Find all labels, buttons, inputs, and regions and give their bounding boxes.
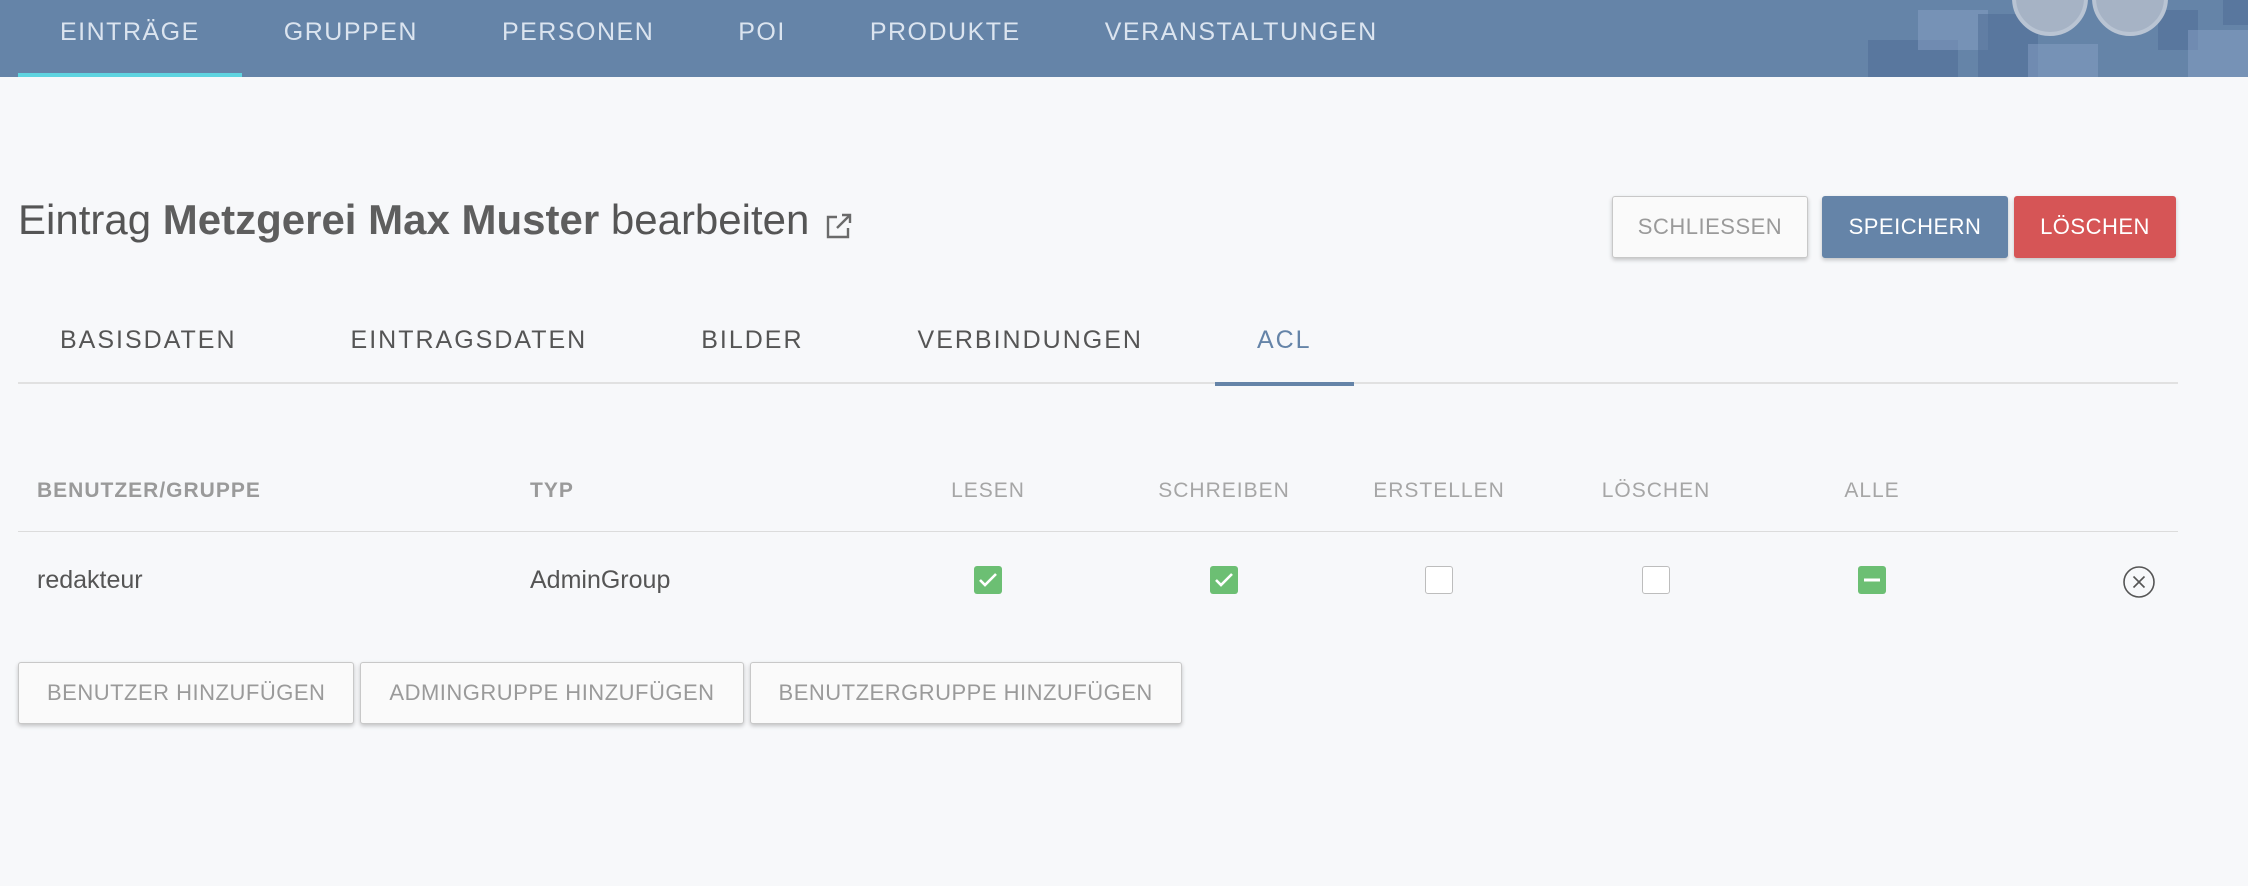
add-admingroup-button[interactable]: ADMINGRUPPE HINZUFÜGEN — [360, 662, 744, 724]
column-header-delete: LÖSCHEN — [1601, 478, 1711, 502]
page-title-suffix: bearbeiten — [610, 196, 810, 243]
tab-eintragsdaten[interactable]: EINTRAGSDATEN — [309, 310, 630, 384]
close-circle-icon[interactable] — [2122, 565, 2156, 599]
add-user-button[interactable]: BENUTZER HINZUFÜGEN — [18, 662, 355, 724]
nav-tab-poi[interactable]: POI — [696, 0, 828, 77]
delete-checkbox[interactable] — [1642, 566, 1670, 594]
acl-user-name: redakteur — [37, 565, 143, 594]
acl-user-type: AdminGroup — [530, 565, 671, 594]
tab-acl[interactable]: ACL — [1214, 310, 1354, 386]
column-header-read: LESEN — [951, 478, 1025, 502]
nav-tab-personen[interactable]: PERSONEN — [460, 0, 696, 77]
nav-tab-gruppen[interactable]: GRUPPEN — [242, 0, 460, 77]
tab-bilder[interactable]: BILDER — [659, 310, 845, 384]
column-header-all: ALLE — [1844, 478, 1900, 502]
page-title: Eintrag Metzgerei Max Muster bearbeiten — [18, 196, 855, 244]
save-button[interactable]: SPEICHERN — [1822, 196, 2008, 258]
acl-table-header: BENUTZER/GRUPPE TYP LESEN SCHREIBEN ERST… — [18, 450, 2178, 532]
nav-tab-produkte[interactable]: PRODUKTE — [828, 0, 1063, 77]
close-button[interactable]: SCHLIESSEN — [1612, 196, 1808, 258]
acl-add-buttons: BENUTZER HINZUFÜGEN ADMINGRUPPE HINZUFÜG… — [18, 662, 1182, 724]
header-actions: SCHLIESSEN SPEICHERN LÖSCHEN — [1612, 196, 2176, 258]
write-checkbox[interactable] — [1210, 566, 1238, 594]
column-header-user: BENUTZER/GRUPPE — [37, 478, 261, 502]
read-checkbox[interactable] — [974, 566, 1002, 594]
entry-sub-tabs: BASISDATEN EINTRAGSDATEN BILDER VERBINDU… — [18, 310, 2178, 386]
tab-basisdaten[interactable]: BASISDATEN — [18, 310, 279, 384]
nav-tab-veranstaltungen[interactable]: VERANSTALTUNGEN — [1063, 0, 1420, 77]
nav-tab-eintraege[interactable]: EINTRÄGE — [18, 0, 242, 77]
all-checkbox[interactable] — [1858, 566, 1886, 594]
header-decoration — [1828, 0, 2248, 77]
tab-verbindungen[interactable]: VERBINDUNGEN — [876, 310, 1185, 384]
external-link-icon[interactable] — [823, 204, 855, 239]
page-title-prefix: Eintrag — [18, 196, 152, 243]
column-header-write: SCHREIBEN — [1158, 478, 1290, 502]
column-header-type: TYP — [530, 478, 574, 502]
page-title-entry-name: Metzgerei Max Muster — [162, 196, 600, 243]
top-navigation-bar: EINTRÄGE GRUPPEN PERSONEN POI PRODUKTE V… — [0, 0, 2248, 77]
acl-table: BENUTZER/GRUPPE TYP LESEN SCHREIBEN ERST… — [18, 450, 2178, 628]
column-header-create: ERSTELLEN — [1373, 478, 1505, 502]
create-checkbox[interactable] — [1425, 566, 1453, 594]
main-nav-tabs: EINTRÄGE GRUPPEN PERSONEN POI PRODUKTE V… — [18, 0, 1420, 77]
add-usergroup-button[interactable]: BENUTZERGRUPPE HINZUFÜGEN — [749, 662, 1182, 724]
table-row: redakteur AdminGroup — [18, 532, 2178, 628]
delete-button[interactable]: LÖSCHEN — [2014, 196, 2176, 258]
